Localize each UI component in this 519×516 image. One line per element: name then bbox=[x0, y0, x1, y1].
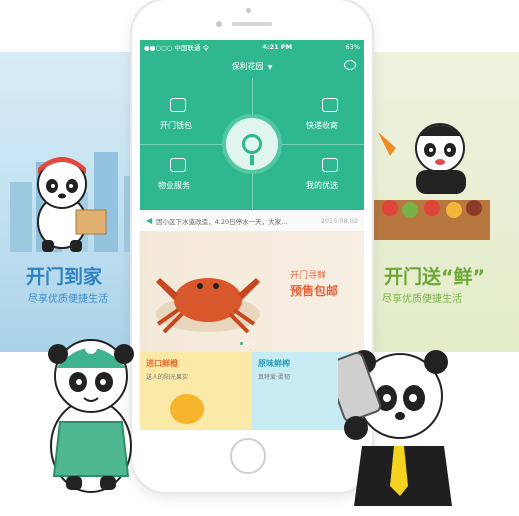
grid-item-label: 我的优选 bbox=[306, 181, 338, 190]
right-panel-title: 开门送“鲜” bbox=[384, 266, 485, 288]
home-button[interactable] bbox=[230, 438, 266, 474]
app-header: 保利花园 ▼ bbox=[140, 54, 364, 78]
battery-label: 63% bbox=[345, 43, 360, 51]
house-icon bbox=[170, 158, 186, 172]
speaker-icon: ◀ bbox=[146, 216, 153, 225]
delivery-panda-illustration bbox=[37, 157, 107, 252]
phone-sensor bbox=[216, 21, 222, 27]
banner-line-2: 预售包邮 bbox=[290, 284, 339, 298]
promo-title: 进口鲜橙 bbox=[146, 359, 178, 368]
waiter-panda-illustration bbox=[48, 339, 134, 493]
carousel-dot[interactable] bbox=[246, 342, 249, 345]
feature-grid: 开门钱包 快递收寄 物业服务 我的优选 bbox=[140, 78, 364, 210]
grid-item-label: 快递收寄 bbox=[306, 121, 338, 130]
app-screen: ●●○○○ 中国联通 令 4:21 PM 63% 保利花园▼ 开门钱包 快递收 bbox=[140, 40, 364, 430]
carousel-dots bbox=[240, 342, 255, 345]
phone-speaker bbox=[232, 22, 272, 26]
phone-frame: ●●○○○ 中国联通 令 4:21 PM 63% 保利花园▼ 开门钱包 快递收 bbox=[132, 0, 372, 492]
grid-item-label: 物业服务 bbox=[158, 181, 190, 190]
right-panel-subtitle: 尽享优质便捷生活 bbox=[382, 294, 462, 305]
key-icon bbox=[242, 134, 262, 165]
community-selector[interactable]: 保利花园 ▼ bbox=[232, 61, 273, 72]
truck-icon bbox=[322, 98, 338, 112]
right-promo-panel: 开门送“鲜” 尽享优质便捷生活 bbox=[364, 52, 519, 352]
status-time: 4:21 PM bbox=[262, 43, 293, 51]
open-door-key-button[interactable] bbox=[222, 114, 282, 174]
notice-bar[interactable]: ◀ 因小区下水道改造，4.20日停水一天，大家... 2015.08.02 bbox=[140, 210, 364, 232]
promo-subtitle: 真特爱·柔韧 bbox=[258, 374, 290, 381]
carousel-dot[interactable] bbox=[252, 342, 255, 345]
crab-image bbox=[156, 278, 260, 334]
promo-stage: 开门到家 尽享优质便捷生活 开门送“鲜” 尽享优质便捷生活 ●●○○○ 中国联通… bbox=[0, 0, 519, 516]
status-bar: ●●○○○ 中国联通 令 4:21 PM 63% bbox=[140, 40, 364, 54]
phone-panda-illustration bbox=[338, 350, 452, 506]
favorites-icon bbox=[322, 158, 338, 172]
notice-date: 2015.08.02 bbox=[320, 216, 358, 225]
promo-tiles: 进口鲜橙 送人的阳光果实 原味鲜榨 真特爱·柔韧 bbox=[140, 352, 364, 430]
phone-camera bbox=[246, 8, 251, 13]
promo-subtitle: 送人的阳光果实 bbox=[146, 374, 189, 381]
notice-text: 因小区下水道改造，4.20日停水一天，大家... bbox=[156, 217, 288, 226]
chevron-down-icon: ▼ bbox=[267, 63, 273, 71]
promo-title: 原味鲜榨 bbox=[258, 359, 290, 368]
produce-panda-illustration bbox=[370, 123, 490, 240]
wallet-icon bbox=[170, 98, 186, 112]
orange-image bbox=[170, 394, 204, 424]
grid-item-label: 开门钱包 bbox=[160, 121, 192, 130]
promo-banner[interactable]: 开门寻鲜 预售包邮 bbox=[140, 232, 364, 352]
chat-icon[interactable] bbox=[344, 60, 356, 70]
carousel-dot[interactable] bbox=[240, 342, 243, 345]
left-panel-title: 开门到家 bbox=[26, 266, 103, 288]
community-name: 保利花园 bbox=[231, 61, 264, 71]
left-panel-subtitle: 尽享优质便捷生活 bbox=[28, 294, 108, 305]
banner-line-1: 开门寻鲜 bbox=[290, 271, 327, 281]
promo-tile-orange[interactable]: 进口鲜橙 送人的阳光果实 bbox=[140, 352, 252, 430]
carrier-label: ●●○○○ 中国联通 令 bbox=[144, 44, 209, 52]
